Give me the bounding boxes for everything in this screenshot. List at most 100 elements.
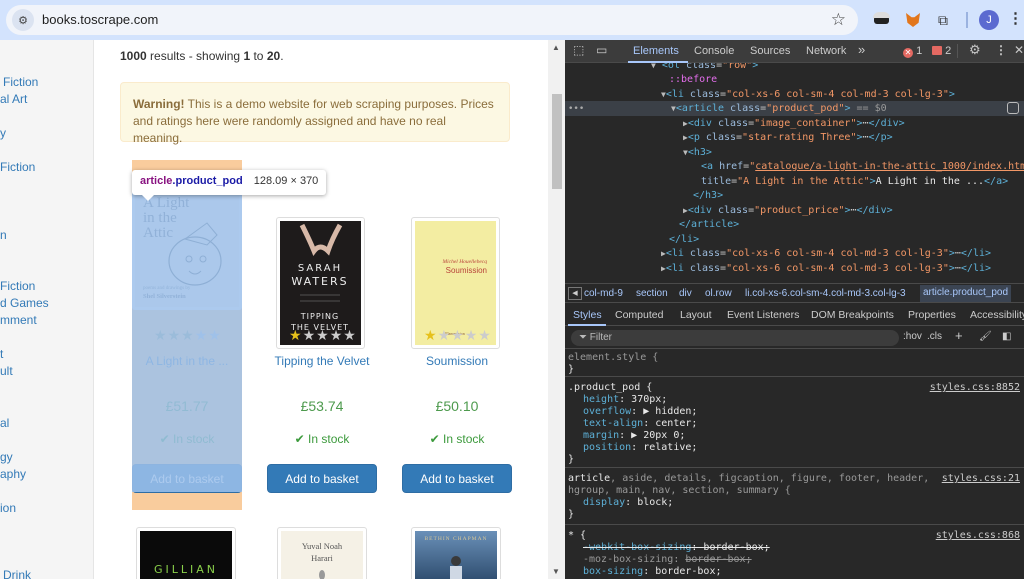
category-link[interactable]: mment xyxy=(0,313,37,327)
category-link[interactable]: t xyxy=(0,347,3,361)
spy-extension-icon[interactable] xyxy=(870,9,892,31)
subtab-computed[interactable]: Computed xyxy=(615,309,663,321)
dom-node-star-rating[interactable]: ▶<p class="star-rating Three">⋯</p> xyxy=(683,131,893,146)
breadcrumb-item[interactable]: div xyxy=(679,288,692,299)
dom-node-li[interactable]: ▶<li class="col-xs-6 col-sm-4 col-md-3 c… xyxy=(661,247,991,262)
category-link[interactable]: Fiction xyxy=(3,75,38,89)
href-link[interactable]: catalogue/a-light-in-the-attic_1000/inde… xyxy=(755,161,1024,172)
subtab-accessibility[interactable]: Accessibility xyxy=(970,309,1024,321)
dom-node-a-title[interactable]: title="A Light in the Attic">A Light in … xyxy=(701,175,1008,190)
subtab-dom-breakpoints[interactable]: DOM Breakpoints xyxy=(811,309,894,321)
breadcrumb-scroll-left-icon[interactable]: ◀ xyxy=(568,287,582,300)
toggle-sidebar-icon[interactable]: ◧ xyxy=(1002,331,1011,342)
ai-assist-icon[interactable] xyxy=(1007,102,1019,114)
breadcrumb-item[interactable]: li.col-xs-6.col-sm-4.col-md-3.col-lg-3 xyxy=(745,288,906,299)
hov-toggle[interactable]: :hov xyxy=(903,331,922,342)
scroll-up-arrow-icon[interactable]: ▲ xyxy=(552,43,560,52)
puzzle-extensions-icon[interactable]: ⧉ xyxy=(932,9,954,31)
css-declaration[interactable]: overflow: ▶ hidden; xyxy=(583,406,697,418)
tab-elements[interactable]: Elements xyxy=(633,45,679,57)
style-rule-article[interactable]: article, aside, details, figcaption, fig… xyxy=(565,469,1024,525)
breadcrumb-item[interactable]: section xyxy=(636,288,668,299)
breadcrumb-item-current[interactable]: article.product_pod xyxy=(920,285,1012,302)
dom-node-article[interactable]: ▼<article class="product_pod"> == $0 xyxy=(671,102,887,117)
error-count-badge[interactable]: ✕ 1 xyxy=(903,45,922,58)
dom-node-li[interactable]: ▶<li class="col-xs-6 col-sm-4 col-md-3 c… xyxy=(661,262,991,277)
profile-avatar[interactable]: J xyxy=(979,10,999,30)
cover-author: Michel Houellebecq xyxy=(442,259,488,265)
css-declaration[interactable]: text-align: center; xyxy=(583,418,697,430)
dom-node-before[interactable]: ::before xyxy=(669,73,717,88)
scrollbar-thumb[interactable] xyxy=(552,94,562,189)
dom-node-product-price[interactable]: ▶<div class="product_price">⋯</div> xyxy=(683,204,893,219)
new-style-rule-icon[interactable]: + xyxy=(955,328,963,343)
category-link[interactable]: aphy xyxy=(0,467,26,481)
product-image[interactable]: GILLIAN xyxy=(136,527,236,579)
css-declaration[interactable]: height: 370px; xyxy=(583,394,667,406)
devtools-menu-icon[interactable]: ⋮ xyxy=(995,43,1007,57)
category-link[interactable]: y xyxy=(0,126,6,140)
breadcrumb-item[interactable]: col-md-9 xyxy=(584,288,623,299)
style-rule-universal[interactable]: * { styles.css:868 -webkit-box-sizing: b… xyxy=(565,526,1024,579)
add-to-basket-button[interactable]: Add to basket xyxy=(267,464,377,493)
bookmark-star-icon[interactable]: ☆ xyxy=(831,10,846,30)
product-title-link[interactable]: Tipping the Velvet xyxy=(267,354,377,368)
close-devtools-icon[interactable]: ✕ xyxy=(1014,43,1024,57)
category-link[interactable]: d Games xyxy=(0,296,49,310)
tab-network[interactable]: Network xyxy=(806,45,846,57)
tab-console[interactable]: Console xyxy=(694,45,734,57)
dom-node-ol[interactable]: ▼ <ol class="row"> xyxy=(651,63,758,74)
subtab-layout[interactable]: Layout xyxy=(680,309,712,321)
cls-toggle[interactable]: .cls xyxy=(927,331,942,342)
metamask-fox-icon[interactable] xyxy=(902,9,924,31)
breadcrumb-item[interactable]: ol.row xyxy=(705,288,732,299)
issue-count-badge[interactable]: 2 xyxy=(932,45,951,57)
category-link[interactable]: Fiction xyxy=(0,160,35,174)
category-link[interactable]: ult xyxy=(0,364,13,378)
category-link[interactable]: n xyxy=(0,228,7,242)
style-rule-product-pod[interactable]: .product_pod { styles.css:8852 height: 3… xyxy=(565,378,1024,468)
dom-node-h3[interactable]: ▼<h3> xyxy=(683,146,712,161)
category-link[interactable]: al xyxy=(0,416,9,430)
browser-menu-icon[interactable]: ⋮ xyxy=(1008,9,1023,27)
add-to-basket-button[interactable]: Add to basket xyxy=(402,464,512,493)
product-image[interactable]: Yuval Noah Harari xyxy=(277,527,367,579)
category-link[interactable]: ion xyxy=(0,501,16,515)
css-declaration-overridden[interactable]: -webkit-box-sizing: border-box; xyxy=(583,542,770,554)
scroll-down-arrow-icon[interactable]: ▼ xyxy=(552,567,560,576)
product-image[interactable]: BETHIN CHAPMAN xyxy=(411,527,501,579)
subtab-properties[interactable]: Properties xyxy=(908,309,956,321)
dom-node-image-container[interactable]: ▶<div class="image_container">⋯</div> xyxy=(683,117,905,132)
rule-source-link[interactable]: styles.css:868 xyxy=(936,530,1020,542)
dom-node-a[interactable]: <a href="catalogue/a-light-in-the-attic_… xyxy=(701,160,1024,175)
product-title-link[interactable]: Soumission xyxy=(402,354,512,368)
category-link[interactable]: Fiction xyxy=(0,279,35,293)
address-bar[interactable]: ⚙ books.toscrape.com ☆ xyxy=(6,5,858,35)
tab-sources[interactable]: Sources xyxy=(750,45,790,57)
device-toolbar-icon[interactable]: ▭ xyxy=(596,43,607,57)
css-declaration[interactable]: position: relative; xyxy=(583,442,697,454)
site-info-icon[interactable]: ⚙ xyxy=(12,9,34,31)
more-tabs-icon[interactable]: » xyxy=(858,42,865,57)
rule-source-link[interactable]: styles.css:21 xyxy=(942,473,1020,485)
settings-gear-icon[interactable]: ⚙ xyxy=(969,42,981,58)
rule-source-link[interactable]: styles.css:8852 xyxy=(930,382,1020,394)
category-link[interactable]: Drink xyxy=(3,568,31,579)
subtab-event-listeners[interactable]: Event Listeners xyxy=(727,309,799,321)
css-declaration[interactable]: display: block; xyxy=(583,497,673,509)
style-rule-element[interactable]: element.style { } xyxy=(565,350,1024,377)
node-actions-icon[interactable]: ••• xyxy=(568,102,584,117)
subtab-styles[interactable]: Styles xyxy=(573,309,602,321)
css-declaration[interactable]: margin: ▶ 20px 0; xyxy=(583,430,685,442)
error-count: 1 xyxy=(916,45,923,57)
css-declaration-inactive[interactable]: -moz-box-sizing: border-box; xyxy=(583,554,752,566)
category-link[interactable]: al Art xyxy=(0,92,27,106)
rendering-emulation-icon[interactable]: 🖌 xyxy=(979,331,992,342)
inspect-element-icon[interactable]: ⬚ xyxy=(573,43,584,57)
url-text[interactable]: books.toscrape.com xyxy=(42,12,158,27)
category-link[interactable]: gy xyxy=(0,450,13,464)
page-scrollbar[interactable]: ▲ ▼ xyxy=(548,40,565,579)
css-declaration[interactable]: box-sizing: border-box; xyxy=(583,566,722,578)
styles-filter-input[interactable]: ⏷ Filter xyxy=(571,330,899,346)
dom-node-li[interactable]: ▼<li class="col-xs-6 col-sm-4 col-md-3 c… xyxy=(661,88,955,103)
